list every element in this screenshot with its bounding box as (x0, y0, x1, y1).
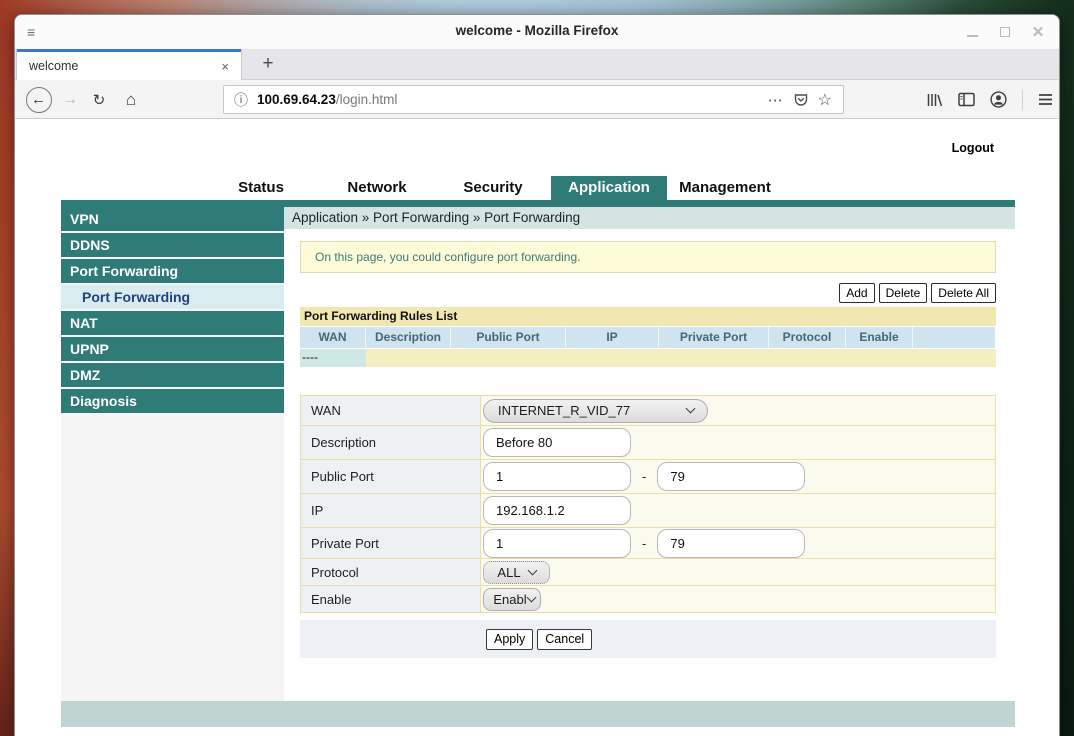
nav-tab-management[interactable]: Management (667, 176, 783, 200)
close-button[interactable]: ✕ (1031, 25, 1045, 39)
page-viewport: Logout Status Network Security Applicati… (15, 119, 1059, 736)
sidebar-subitem-port-forwarding[interactable]: Port Forwarding (61, 285, 284, 309)
sidebar-item-diagnosis[interactable]: Diagnosis (61, 389, 284, 413)
table-row: ---- (300, 349, 996, 367)
col-public-port: Public Port (451, 327, 566, 348)
new-tab-button[interactable]: + (255, 51, 281, 78)
cancel-button[interactable]: Cancel (537, 629, 592, 650)
chevron-down-icon (526, 592, 536, 602)
forward-button[interactable]: → (59, 80, 81, 119)
site-info-icon[interactable]: ⓘ (234, 90, 248, 110)
chevron-down-icon (527, 565, 537, 575)
range-dash: - (642, 469, 646, 484)
col-protocol: Protocol (769, 327, 846, 348)
page-hint-text: On this page, you could configure port f… (315, 250, 581, 264)
window-title: welcome - Mozilla Firefox (15, 23, 1059, 38)
tab-close-icon[interactable]: × (219, 59, 231, 74)
public-port-from-input[interactable] (483, 462, 631, 491)
protocol-select-value: ALL (497, 565, 520, 580)
tab-welcome[interactable]: welcome × (16, 49, 242, 80)
delete-button[interactable]: Delete (879, 283, 928, 303)
empty-row-marker: ---- (300, 349, 366, 367)
sidebar-item-vpn[interactable]: VPN (61, 207, 284, 231)
sidebar-toggle-icon[interactable] (958, 92, 975, 107)
protocol-label: Protocol (301, 559, 481, 585)
apply-button[interactable]: Apply (486, 629, 533, 650)
maximize-button[interactable] (998, 25, 1012, 39)
sidebar-item-dmz[interactable]: DMZ (61, 363, 284, 387)
top-nav: Status Network Security Application Mana… (203, 176, 783, 200)
delete-all-button[interactable]: Delete All (931, 283, 996, 303)
sidebar-item-upnp[interactable]: UPNP (61, 337, 284, 361)
col-private-port: Private Port (659, 327, 769, 348)
col-wan: WAN (300, 327, 366, 348)
navigation-toolbar: ← → ↻ ⌂ ⓘ 100.69.64.23 /login.html ⋯ ☆ (15, 80, 1059, 119)
description-label: Description (301, 426, 481, 459)
public-port-to-input[interactable] (657, 462, 805, 491)
rule-form: WAN INTERNET_R_VID_77 Description (300, 395, 996, 613)
sidebar-item-port-forwarding[interactable]: Port Forwarding (61, 259, 284, 283)
public-port-label: Public Port (301, 460, 481, 493)
breadcrumb: Application » Port Forwarding » Port For… (284, 207, 1015, 229)
wan-select[interactable]: INTERNET_R_VID_77 (483, 399, 708, 423)
url-path: /login.html (336, 92, 398, 107)
nav-tab-network[interactable]: Network (319, 176, 435, 200)
tab-title: welcome (29, 59, 219, 73)
page-hint: On this page, you could configure port f… (300, 241, 996, 273)
private-port-from-input[interactable] (483, 529, 631, 558)
title-bar: ≡ welcome - Mozilla Firefox ✕ (15, 15, 1059, 49)
pocket-icon[interactable] (793, 92, 809, 108)
sidebar-item-ddns[interactable]: DDNS (61, 233, 284, 257)
enable-select-value: Enabl (493, 592, 526, 607)
rules-table-title: Port Forwarding Rules List (300, 307, 996, 326)
library-icon[interactable] (926, 92, 943, 108)
toolbar-separator (1022, 90, 1023, 110)
back-button[interactable]: ← (25, 80, 52, 119)
page-footer-bar (61, 701, 1015, 727)
bookmark-star-icon[interactable]: ☆ (818, 90, 833, 110)
desktop-wallpaper: { "colors": { "teal": "#2e7b77", "tab-st… (0, 0, 1074, 736)
private-port-label: Private Port (301, 528, 481, 558)
main-content: Application » Port Forwarding » Port For… (284, 207, 1015, 701)
account-icon[interactable] (990, 91, 1007, 108)
reload-button[interactable]: ↻ (88, 80, 110, 119)
minimize-button[interactable] (965, 25, 979, 39)
browser-window: ≡ welcome - Mozilla Firefox ✕ welcome × … (14, 14, 1060, 736)
wan-label: WAN (301, 396, 481, 425)
ip-input[interactable] (483, 496, 631, 525)
logout-link[interactable]: Logout (952, 141, 994, 155)
rule-actions: Add Delete Delete All (300, 283, 996, 303)
rules-table-header: WAN Description Public Port IP Private P… (300, 327, 996, 348)
wan-select-value: INTERNET_R_VID_77 (498, 403, 630, 418)
add-button[interactable]: Add (839, 283, 874, 303)
enable-label: Enable (301, 586, 481, 612)
col-description: Description (366, 327, 451, 348)
tab-bar: welcome × + (15, 49, 1059, 80)
sidebar: VPN DDNS Port Forwarding Port Forwarding… (61, 207, 284, 701)
page-actions-icon[interactable]: ⋯ (768, 91, 784, 109)
sidebar-item-nat[interactable]: NAT (61, 311, 284, 335)
url-host: 100.69.64.23 (257, 92, 336, 107)
ip-label: IP (301, 494, 481, 527)
nav-tab-security[interactable]: Security (435, 176, 551, 200)
url-bar[interactable]: ⓘ 100.69.64.23 /login.html ⋯ ☆ (223, 85, 844, 114)
nav-tab-status[interactable]: Status (203, 176, 319, 200)
col-enable: Enable (846, 327, 913, 348)
col-ip: IP (566, 327, 659, 348)
rules-table: Port Forwarding Rules List WAN Descripti… (300, 307, 996, 367)
chevron-down-icon (686, 404, 696, 414)
form-footer: Apply Cancel (300, 620, 996, 658)
col-blank (913, 327, 995, 348)
range-dash: - (642, 536, 646, 551)
home-button[interactable]: ⌂ (119, 80, 143, 119)
protocol-select[interactable]: ALL (483, 561, 550, 584)
menu-icon[interactable] (1038, 93, 1053, 106)
enable-select[interactable]: Enabl (483, 588, 541, 611)
nav-underline-bar (61, 200, 1015, 207)
private-port-to-input[interactable] (657, 529, 805, 558)
empty-row-rest (366, 349, 996, 367)
description-input[interactable] (483, 428, 631, 457)
nav-tab-application[interactable]: Application (551, 176, 667, 200)
